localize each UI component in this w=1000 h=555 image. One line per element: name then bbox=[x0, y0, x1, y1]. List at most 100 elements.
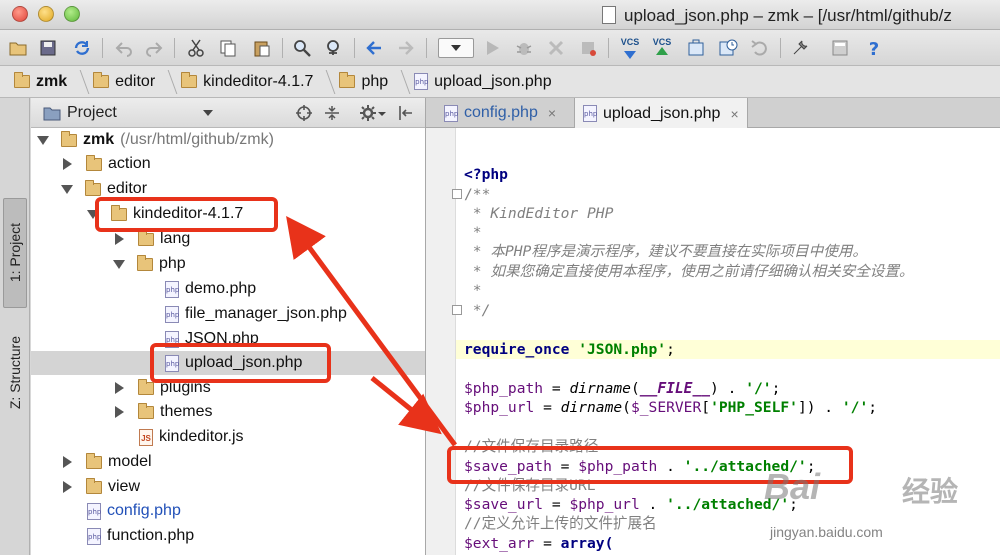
collapse-arrow-icon[interactable] bbox=[63, 481, 72, 493]
js-file-icon: JS bbox=[139, 428, 153, 446]
zoom-window-button[interactable] bbox=[64, 6, 80, 22]
vcs-update-icon[interactable]: VCS bbox=[618, 36, 642, 60]
project-panel-header: Project bbox=[31, 98, 425, 128]
collapse-arrow-icon[interactable] bbox=[115, 382, 124, 394]
window-title: upload_json.php – zmk – [/usr/html/githu… bbox=[624, 6, 952, 25]
tree-item-function-php[interactable]: php function.php bbox=[31, 524, 425, 548]
main-toolbar: VCS VCS ? bbox=[0, 30, 1000, 66]
code-line-php-path: $php_path = dirname(__FILE__) . '/'; bbox=[464, 380, 781, 397]
tab-upload-json-php[interactable]: php upload_json.php × bbox=[574, 98, 748, 129]
minimize-window-button[interactable] bbox=[38, 6, 54, 22]
upload-json-callout-box bbox=[150, 343, 331, 383]
close-window-button[interactable] bbox=[12, 6, 28, 22]
cut-icon[interactable] bbox=[184, 36, 208, 60]
hide-panel-icon[interactable] bbox=[397, 104, 415, 122]
run-config-dropdown[interactable] bbox=[438, 38, 474, 58]
run-icon[interactable] bbox=[480, 36, 504, 60]
tree-item-themes[interactable]: themes bbox=[31, 400, 425, 424]
kindeditor-callout-box bbox=[95, 197, 278, 232]
save-icon[interactable] bbox=[36, 36, 60, 60]
vcs-commit-icon[interactable]: VCS bbox=[650, 36, 674, 60]
replace-icon[interactable] bbox=[322, 36, 346, 60]
code-line-save-url: $save_url = $php_url . '../attached/'; bbox=[464, 496, 798, 513]
folder-icon bbox=[138, 229, 154, 246]
collapse-arrow-icon[interactable] bbox=[63, 158, 72, 170]
code-line-require: require_once 'JSON.php'; bbox=[456, 340, 1000, 359]
php-file-icon: php bbox=[583, 105, 597, 122]
code-line-doc-close: */ bbox=[464, 302, 491, 319]
compare-icon[interactable] bbox=[684, 36, 708, 60]
find-icon[interactable] bbox=[290, 36, 314, 60]
breadcrumb-kindeditor[interactable]: kindeditor-4.1.7 bbox=[177, 69, 336, 94]
tree-item-zmk[interactable]: zmk (/usr/html/github/zmk) bbox=[31, 128, 425, 152]
editor-tab-bar: php config.php × php upload_json.php × bbox=[425, 98, 1000, 129]
folder-icon bbox=[14, 72, 30, 88]
code-editor[interactable]: <?php /** * KindEditor PHP * * 本PHP程序是演示… bbox=[425, 128, 1000, 555]
view-mode-dropdown[interactable] bbox=[203, 110, 213, 116]
fold-marker-icon[interactable] bbox=[452, 189, 462, 199]
help-icon[interactable]: ? bbox=[862, 36, 886, 60]
breadcrumb-php[interactable]: php bbox=[335, 69, 411, 94]
svg-text:?: ? bbox=[869, 39, 879, 58]
close-tab-icon[interactable]: × bbox=[730, 106, 738, 122]
folder-icon bbox=[61, 130, 77, 147]
code-line-comment-ext: //定义允许上传的文件扩展名 bbox=[464, 515, 657, 532]
history-icon[interactable] bbox=[716, 36, 740, 60]
back-icon[interactable] bbox=[362, 36, 386, 60]
breadcrumb-editor[interactable]: editor bbox=[89, 69, 178, 94]
debug-icon[interactable] bbox=[512, 36, 536, 60]
folder-icon bbox=[85, 179, 101, 196]
code-line-doc-2: * 如果您确定直接使用本程序，使用之前请仔细确认相关安全设置。 bbox=[464, 263, 914, 280]
tree-item-view[interactable]: view bbox=[31, 475, 425, 499]
tab-config-php[interactable]: php config.php × bbox=[436, 98, 564, 128]
php-file-icon: php bbox=[87, 502, 101, 520]
locate-icon[interactable] bbox=[295, 104, 313, 122]
folder-icon bbox=[93, 72, 110, 88]
forward-icon[interactable] bbox=[394, 36, 418, 60]
coverage-icon[interactable] bbox=[544, 36, 568, 60]
close-tab-icon[interactable]: × bbox=[548, 105, 556, 121]
collapse-arrow-icon[interactable] bbox=[63, 456, 72, 468]
collapse-all-icon[interactable] bbox=[323, 104, 341, 122]
tree-item-php[interactable]: php bbox=[31, 252, 425, 276]
breadcrumb-upload-json[interactable]: php upload_json.php bbox=[410, 70, 555, 94]
breadcrumb-zmk[interactable]: zmk bbox=[10, 69, 90, 94]
php-file-icon: php bbox=[165, 280, 179, 298]
tree-item-action[interactable]: action bbox=[31, 152, 425, 176]
settings-icon[interactable] bbox=[788, 36, 812, 60]
code-line-doc-blank-2: * bbox=[464, 282, 482, 299]
open-icon[interactable] bbox=[6, 36, 30, 60]
paste-icon[interactable] bbox=[250, 36, 274, 60]
code-line-php-url: $php_url = dirname($_SERVER['PHP_SELF'])… bbox=[464, 399, 878, 416]
tree-item-demo-php[interactable]: php demo.php bbox=[31, 277, 425, 301]
sync-icon[interactable] bbox=[70, 36, 94, 60]
structure-icon[interactable] bbox=[828, 36, 852, 60]
revert-icon[interactable] bbox=[748, 36, 772, 60]
code-line-doc-open: /** bbox=[464, 186, 491, 203]
tree-item-model[interactable]: model bbox=[31, 450, 425, 474]
expand-arrow-icon[interactable] bbox=[61, 184, 73, 194]
tree-item-kindeditor-js[interactable]: JS kindeditor.js bbox=[31, 425, 425, 449]
collapse-arrow-icon[interactable] bbox=[115, 406, 124, 418]
tree-item-file-manager-json[interactable]: php file_manager_json.php bbox=[31, 302, 425, 326]
gear-icon[interactable] bbox=[359, 104, 377, 122]
php-file-icon: php bbox=[414, 73, 428, 90]
code-line-ext-arr: $ext_arr = array( bbox=[464, 535, 614, 552]
php-file-icon: php bbox=[165, 305, 179, 323]
undo-icon[interactable] bbox=[112, 36, 136, 60]
project-tree: zmk (/usr/html/github/zmk) action editor … bbox=[31, 128, 425, 555]
copy-icon[interactable] bbox=[216, 36, 240, 60]
expand-arrow-icon[interactable] bbox=[113, 259, 125, 269]
expand-arrow-icon[interactable] bbox=[37, 135, 49, 145]
redo-icon[interactable] bbox=[142, 36, 166, 60]
navigation-breadcrumb: zmk editor kindeditor-4.1.7 php php uploa… bbox=[0, 66, 1000, 98]
fold-marker-icon[interactable] bbox=[452, 305, 462, 315]
gear-dropdown-icon[interactable] bbox=[377, 104, 387, 122]
collapse-arrow-icon[interactable] bbox=[115, 233, 124, 245]
folder-icon bbox=[138, 402, 154, 419]
tree-item-config-php[interactable]: php config.php bbox=[31, 499, 425, 523]
stop-icon[interactable] bbox=[576, 36, 600, 60]
structure-tool-tab[interactable]: Z: Structure bbox=[3, 313, 27, 433]
project-tool-tab[interactable]: 1: Project bbox=[3, 198, 27, 308]
code-line-doc-1: * 本PHP程序是演示程序，建议不要直接在实际项目中使用。 bbox=[464, 243, 867, 260]
